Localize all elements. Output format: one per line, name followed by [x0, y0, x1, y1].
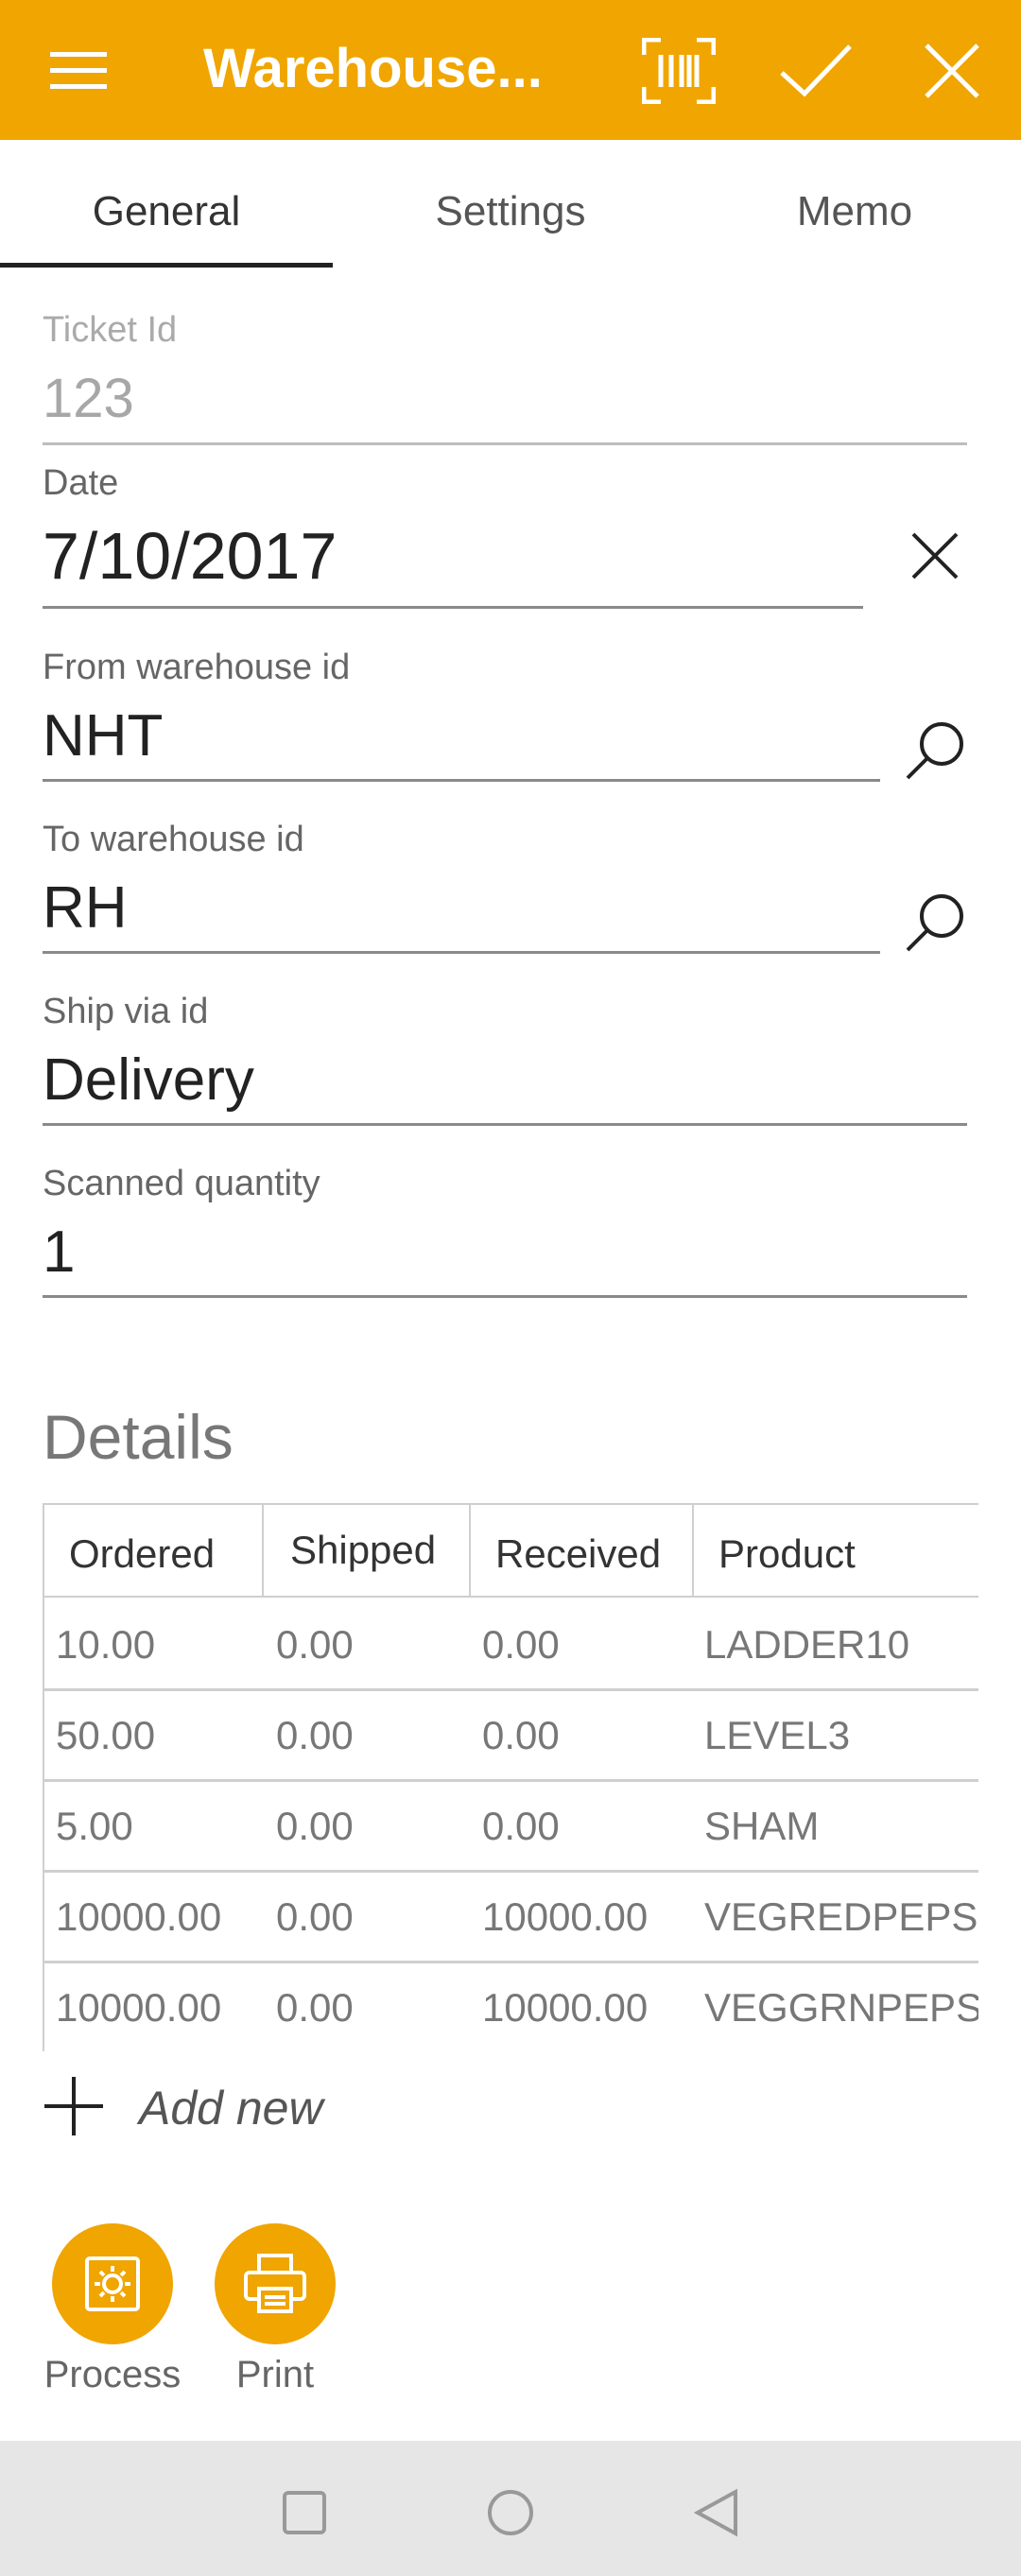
system-nav-bar: [0, 2441, 1021, 2576]
cell-received: 0.00: [482, 1713, 560, 1757]
menu-icon[interactable]: [36, 28, 121, 113]
cell-received: 0.00: [482, 1622, 560, 1667]
cell-shipped: 0.00: [276, 1985, 354, 2030]
table-row[interactable]: 10.00 0.00 0.00 LADDER10: [43, 1598, 978, 1691]
plus-icon: [43, 2075, 105, 2142]
cell-ordered: 5.00: [56, 1804, 133, 1848]
cell-shipped: 0.00: [276, 1713, 354, 1757]
process-icon: [85, 2256, 140, 2311]
ticket-id-underline: [43, 442, 967, 445]
to-warehouse-underline: [43, 951, 880, 954]
scanned-quantity-underline: [43, 1295, 967, 1298]
table-row[interactable]: 5.00 0.00 0.00 SHAM: [43, 1779, 978, 1873]
cell-received: 10000.00: [482, 1985, 649, 2030]
cell-product: SHAM: [704, 1804, 820, 1848]
table-row[interactable]: 10000.00 0.00 10000.00 VEGREDPEPS: [43, 1870, 978, 1963]
recent-apps-icon[interactable]: [267, 2475, 342, 2550]
add-new-label: Add new: [139, 2082, 323, 2135]
tab-memo[interactable]: Memo: [684, 140, 1021, 272]
back-icon[interactable]: [679, 2475, 754, 2550]
column-header-shipped[interactable]: Shipped: [262, 1503, 469, 1598]
date-underline: [43, 606, 863, 609]
close-icon[interactable]: [909, 28, 995, 113]
tab-settings[interactable]: Settings: [340, 140, 681, 272]
add-new-button[interactable]: Add new: [43, 2070, 323, 2146]
ticket-id-label: Ticket Id: [43, 310, 178, 350]
checkmark-icon[interactable]: [773, 28, 858, 113]
ship-via-label: Ship via id: [43, 992, 209, 1031]
process-label: Process: [43, 2354, 182, 2395]
date-input[interactable]: 7/10/2017: [43, 518, 337, 594]
cell-product: LEVEL3: [704, 1713, 851, 1757]
barcode-scan-icon[interactable]: [636, 28, 721, 113]
cell-shipped: 0.00: [276, 1622, 354, 1667]
cell-ordered: 50.00: [56, 1713, 156, 1757]
home-icon[interactable]: [473, 2475, 548, 2550]
cell-shipped: 0.00: [276, 1804, 354, 1848]
from-warehouse-underline: [43, 779, 880, 782]
search-icon[interactable]: [897, 713, 973, 788]
ticket-id-value: 123: [43, 368, 134, 429]
cell-shipped: 0.00: [276, 1894, 354, 1939]
grid-header: Ordered Shipped Received Product: [43, 1503, 978, 1598]
process-button[interactable]: [52, 2223, 173, 2344]
scanned-quantity-label: Scanned quantity: [43, 1164, 320, 1203]
date-label: Date: [43, 463, 119, 503]
details-title: Details: [43, 1402, 234, 1472]
cell-ordered: 10000.00: [56, 1894, 222, 1939]
from-warehouse-input[interactable]: NHT: [43, 702, 163, 769]
tab-general[interactable]: General: [0, 140, 333, 272]
ship-via-underline: [43, 1123, 967, 1126]
clear-date-icon[interactable]: [897, 518, 973, 594]
cell-received: 0.00: [482, 1804, 560, 1848]
column-header-product[interactable]: Product: [692, 1503, 978, 1598]
print-label: Print: [235, 2354, 315, 2395]
search-icon[interactable]: [897, 885, 973, 960]
printer-icon: [244, 2254, 306, 2313]
app-title: Warehouse...: [203, 38, 543, 99]
tab-indicator: [0, 263, 333, 268]
table-row[interactable]: 50.00 0.00 0.00 LEVEL3: [43, 1688, 978, 1782]
to-warehouse-input[interactable]: RH: [43, 874, 128, 942]
column-header-ordered[interactable]: Ordered: [43, 1503, 262, 1598]
table-row[interactable]: 10000.00 0.00 10000.00 VEGGRNPEPS: [43, 1961, 978, 2051]
print-button[interactable]: [215, 2223, 336, 2344]
to-warehouse-label: To warehouse id: [43, 820, 304, 859]
cell-ordered: 10000.00: [56, 1985, 222, 2030]
cell-ordered: 10.00: [56, 1622, 156, 1667]
column-header-received[interactable]: Received: [469, 1503, 692, 1598]
ship-via-input[interactable]: Delivery: [43, 1046, 254, 1114]
tab-bar: General Settings Memo: [0, 140, 1021, 272]
cell-received: 10000.00: [482, 1894, 649, 1939]
app-bar: Warehouse...: [0, 0, 1021, 140]
cell-product: VEGREDPEPS: [704, 1894, 978, 1939]
details-grid[interactable]: Ordered Shipped Received Product 10.00 0…: [43, 1503, 978, 2051]
from-warehouse-label: From warehouse id: [43, 648, 351, 687]
cell-product: VEGGRNPEPS: [704, 1985, 978, 2030]
cell-product: LADDER10: [704, 1622, 910, 1667]
scanned-quantity-input[interactable]: 1: [43, 1219, 75, 1286]
